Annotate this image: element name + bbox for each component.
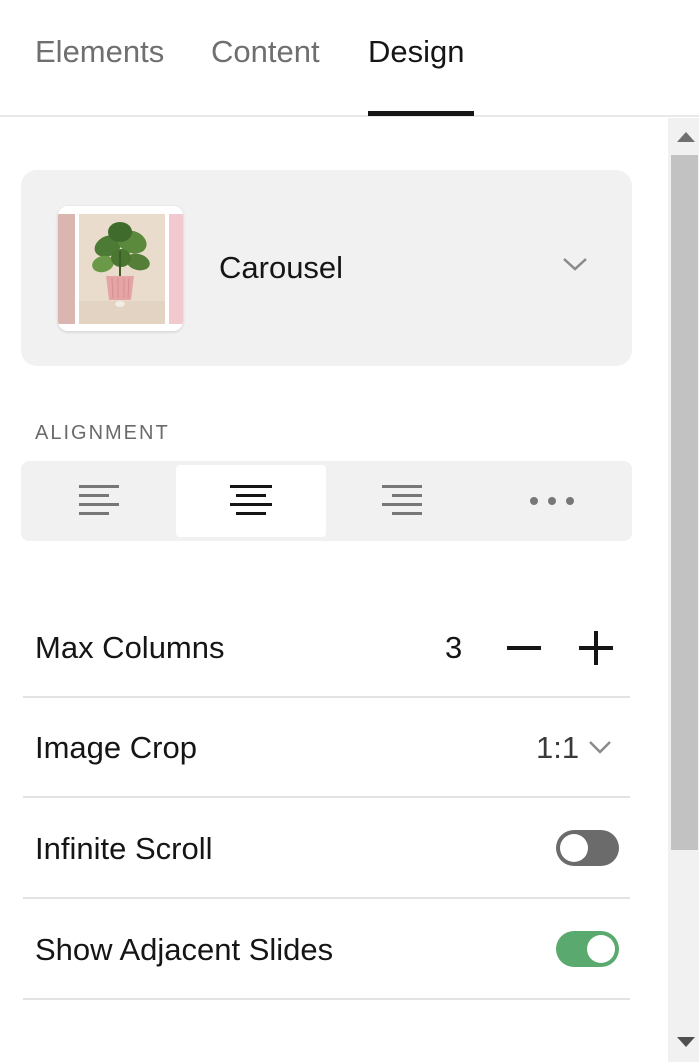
show-adjacent-slides-toggle[interactable]	[556, 931, 619, 967]
show-adjacent-slides-label: Show Adjacent Slides	[35, 932, 334, 967]
scrollbar-thumb[interactable]	[671, 155, 698, 850]
toggle-knob	[560, 834, 588, 862]
max-columns-row: Max Columns 3	[23, 598, 630, 698]
image-crop-value: 1:1	[536, 730, 580, 765]
max-columns-value: 3	[445, 630, 463, 665]
tab-content[interactable]: Content	[211, 34, 320, 70]
chevron-down-icon	[562, 256, 588, 277]
scroll-up-arrow-icon[interactable]	[673, 128, 699, 146]
increment-button[interactable]	[574, 626, 618, 670]
scroll-down-arrow-icon[interactable]	[673, 1033, 699, 1051]
more-options-button[interactable]	[477, 465, 627, 537]
infinite-scroll-label: Infinite Scroll	[35, 831, 213, 866]
decrement-button[interactable]	[502, 626, 546, 670]
align-right-button[interactable]	[326, 465, 476, 537]
align-center-button[interactable]	[176, 465, 326, 537]
chevron-down-icon	[588, 740, 612, 760]
plus-icon	[579, 631, 613, 665]
tab-elements[interactable]: Elements	[35, 34, 164, 70]
active-tab-indicator	[368, 111, 474, 116]
tab-design[interactable]: Design	[368, 34, 465, 70]
image-crop-label: Image Crop	[35, 730, 197, 765]
infinite-scroll-toggle[interactable]	[556, 830, 619, 866]
align-left-icon	[79, 485, 119, 515]
panel-tabs: Elements Content Design	[0, 0, 699, 117]
layout-name: Carousel	[219, 250, 344, 285]
minus-icon	[507, 646, 541, 650]
more-options-icon	[530, 497, 574, 505]
layout-selector[interactable]: Carousel	[21, 170, 632, 366]
max-columns-label: Max Columns	[35, 630, 225, 665]
infinite-scroll-row: Infinite Scroll	[23, 799, 630, 899]
image-crop-row[interactable]: Image Crop 1:1	[23, 698, 630, 798]
carousel-thumbnail	[58, 206, 183, 331]
show-adjacent-slides-row: Show Adjacent Slides	[23, 900, 630, 1000]
toggle-knob	[587, 935, 615, 963]
align-left-button[interactable]	[25, 465, 175, 537]
alignment-label: ALIGNMENT	[35, 422, 170, 444]
alignment-segmented-control	[21, 461, 632, 541]
align-right-icon	[382, 485, 422, 515]
align-center-icon	[230, 485, 272, 515]
